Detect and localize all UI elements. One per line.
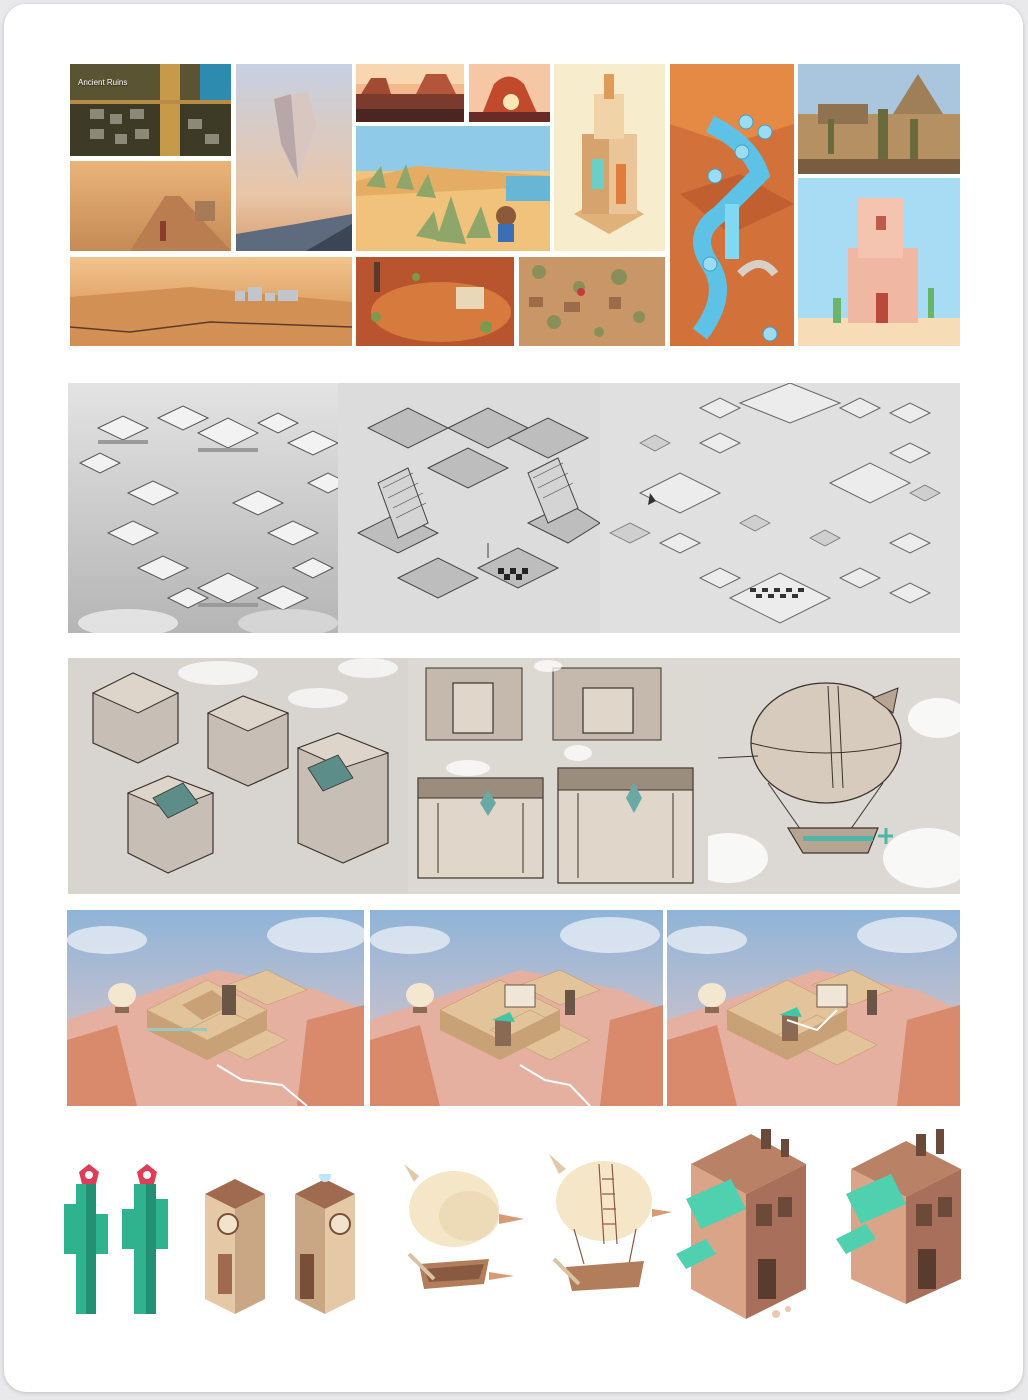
sketch-temple-gates — [408, 658, 708, 894]
reference-caption: Ancient Ruins — [78, 78, 128, 87]
wireframe-layout-2 — [338, 383, 600, 633]
reference-pyramid-ruins — [798, 64, 960, 174]
reference-ancient-ruins: Ancient Ruins — [70, 64, 231, 156]
prop-cacti — [64, 1154, 184, 1324]
reference-desert-explorer — [356, 126, 550, 251]
prop-clock-towers — [190, 1174, 360, 1324]
reference-desert-road — [70, 161, 231, 251]
concept-art-sheet: Ancient Ruins — [4, 4, 1023, 1392]
reference-desert-rocks-topdown — [519, 257, 665, 346]
level-render-1 — [67, 910, 364, 1106]
reference-level-map-waterfall — [670, 64, 794, 346]
level-render-3 — [667, 910, 960, 1106]
prop-house-awning — [676, 1129, 816, 1324]
prop-airship-base — [399, 1154, 529, 1304]
level-render-2 — [370, 910, 663, 1106]
wireframe-layout-1 — [68, 383, 338, 633]
reference-floating-rock — [236, 64, 352, 251]
reference-adobe-tower — [798, 178, 960, 346]
wireframe-layout-3 — [600, 383, 960, 633]
reference-monument-tower — [554, 64, 665, 251]
prop-airship-rigged — [544, 1149, 674, 1304]
reference-canyon-sunset — [356, 64, 464, 122]
prop-house-awning-alt — [836, 1129, 976, 1324]
sketch-airship — [708, 658, 960, 894]
reference-desert-town-panorama — [70, 257, 352, 346]
sketch-houses — [68, 658, 408, 894]
reference-arch-rock — [469, 64, 550, 122]
reference-camp-topdown — [356, 257, 514, 346]
